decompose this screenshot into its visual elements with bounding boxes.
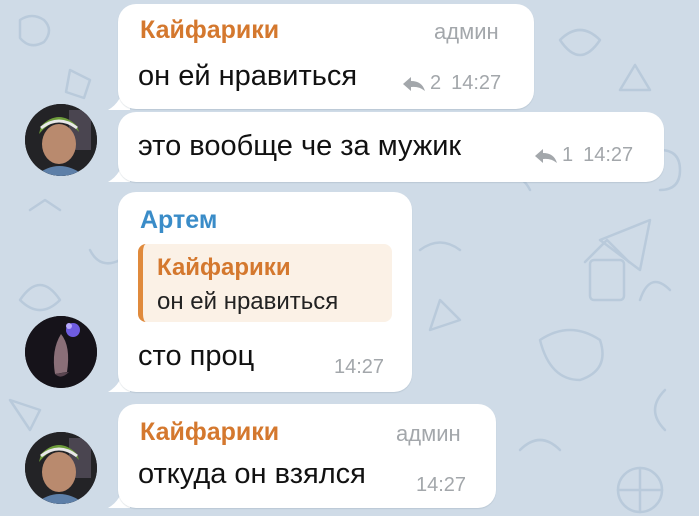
avatar-image [25,316,97,388]
quote-text: он ей нравиться [157,288,339,315]
message-time: 14:27 [334,356,385,378]
reply-arrow-icon[interactable] [402,76,426,92]
admin-badge: админ [434,19,499,44]
message-meta: 2 14:27 [402,72,501,95]
avatar-image [25,432,97,504]
avatar-image [25,104,97,176]
message-meta: 1 14:27 [534,144,633,167]
reply-arrow-icon[interactable] [534,148,558,164]
avatar-kaifariki[interactable] [25,104,97,176]
avatar-kaifariki[interactable] [25,432,97,504]
reply-quote[interactable]: Кайфарики он ей нравиться [138,244,392,322]
message-text: сто проц [138,340,255,372]
message-bubble[interactable]: Артем Кайфарики он ей нравиться сто проц… [118,192,412,392]
sender-name[interactable]: Кайфарики [140,16,279,45]
avatar-artem[interactable] [25,316,97,388]
message-meta: 14:27 [334,356,384,379]
message-time: 14:27 [451,72,502,94]
message-bubble[interactable]: Кайфарики админ откуда он взялся 14:27 [118,404,496,508]
reply-count[interactable]: 1 [562,144,573,167]
sender-name[interactable]: Кайфарики [140,418,279,447]
message-text: это вообще че за мужик [138,130,462,162]
admin-badge: админ [396,421,461,446]
quote-sender: Кайфарики [157,254,291,281]
message-text: откуда он взялся [138,458,366,490]
message-time: 14:27 [583,144,634,166]
message-time: 14:27 [416,474,467,496]
sender-name[interactable]: Артем [140,206,217,235]
message-bubble[interactable]: Кайфарики админ он ей нравиться 2 14:27 [118,4,534,109]
message-text: он ей нравиться [138,60,358,92]
message-bubble[interactable]: это вообще че за мужик 1 14:27 [118,112,664,182]
message-meta: 14:27 [416,474,466,497]
reply-count[interactable]: 2 [430,72,441,95]
